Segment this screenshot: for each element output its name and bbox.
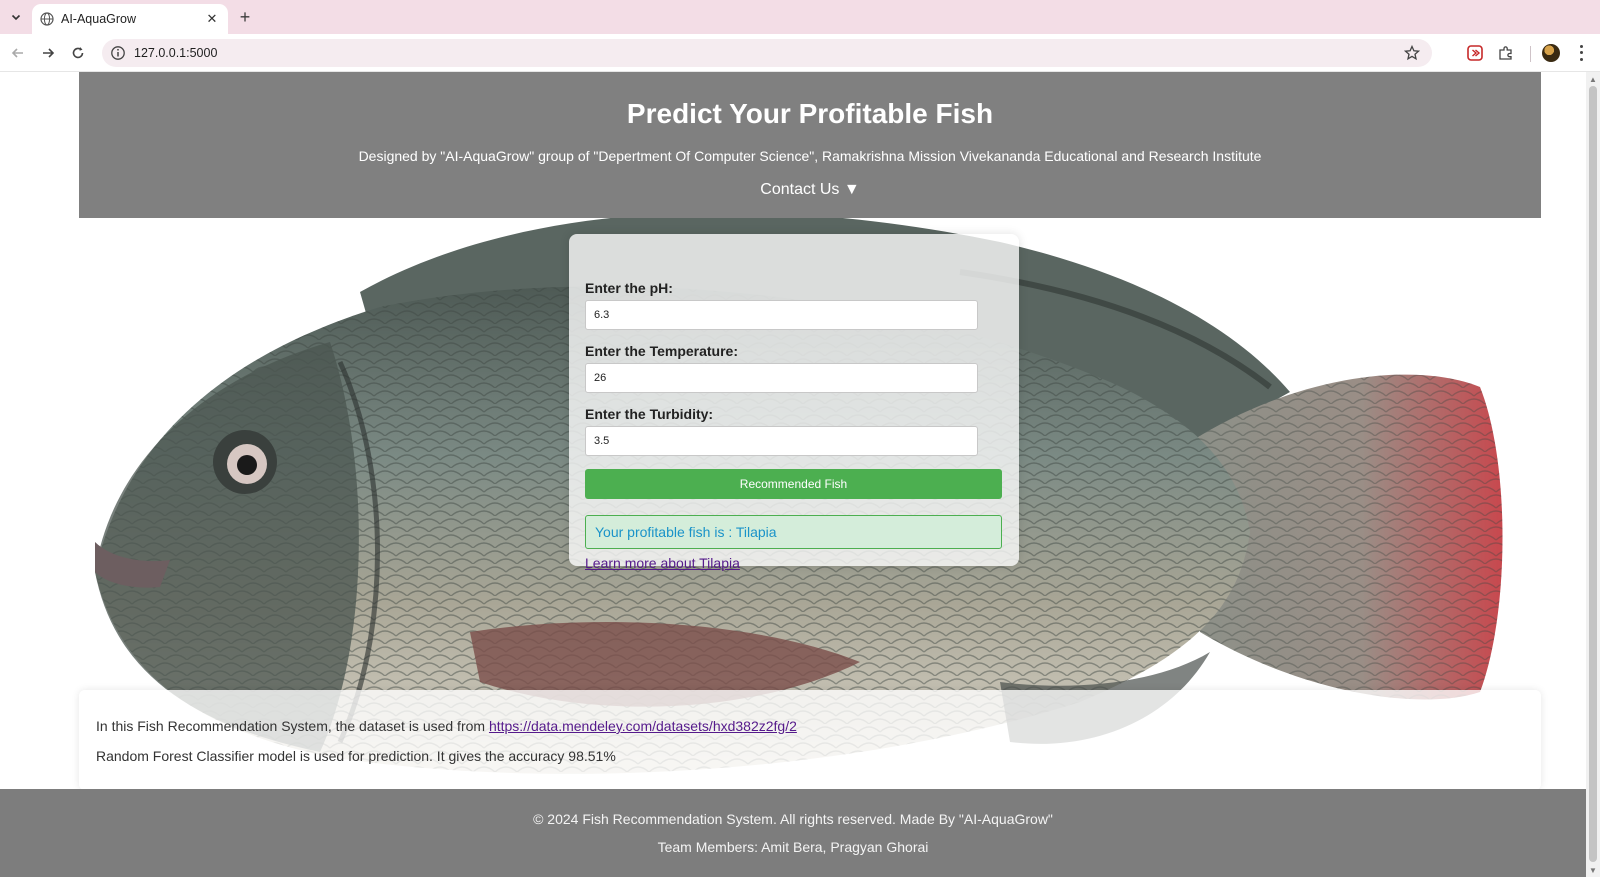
page-scrollbar[interactable]: ▲ ▼ bbox=[1586, 72, 1600, 877]
star-icon[interactable] bbox=[1404, 45, 1420, 61]
address-bar[interactable]: 127.0.0.1:5000 bbox=[102, 39, 1432, 67]
result-box: Your profitable fish is : Tilapia bbox=[585, 515, 1002, 549]
extension-icon[interactable] bbox=[1466, 44, 1484, 62]
globe-icon bbox=[40, 12, 54, 26]
model-info: Random Forest Classifier model is used f… bbox=[96, 748, 616, 764]
tab-title: AI-AquaGrow bbox=[61, 12, 137, 26]
learn-more-link[interactable]: Learn more about Tilapia bbox=[585, 555, 1003, 571]
avatar[interactable] bbox=[1542, 44, 1560, 62]
turbidity-label: Enter the Turbidity: bbox=[585, 406, 714, 422]
page-title: Predict Your Profitable Fish bbox=[626, 98, 994, 129]
scroll-down-arrow-icon[interactable]: ▼ bbox=[1589, 866, 1597, 875]
team-members-text: Team Members: Amit Bera, Pragyan Ghorai bbox=[657, 839, 929, 855]
recommended-fish-button[interactable]: Recommended Fish bbox=[585, 469, 1002, 499]
temperature-input[interactable] bbox=[585, 363, 978, 393]
page-header: Predict Your Profitable Fish Designed by… bbox=[79, 72, 1541, 218]
copyright-text: © 2024 Fish Recommendation System. All r… bbox=[533, 811, 1053, 827]
temperature-label: Enter the Temperature: bbox=[585, 343, 738, 359]
page-footer: © 2024 Fish Recommendation System. All r… bbox=[0, 789, 1586, 877]
turbidity-input[interactable] bbox=[585, 426, 978, 456]
ph-input[interactable] bbox=[585, 300, 978, 330]
arrow-right-icon[interactable] bbox=[37, 42, 59, 64]
dataset-link[interactable]: https://data.mendeley.com/datasets/hxd38… bbox=[489, 718, 797, 734]
toolbar-separator bbox=[1530, 46, 1531, 62]
reload-icon[interactable] bbox=[67, 42, 89, 64]
page-viewport: Predict Your Profitable Fish Designed by… bbox=[0, 72, 1586, 877]
scroll-thumb[interactable] bbox=[1589, 86, 1597, 862]
puzzle-icon[interactable] bbox=[1497, 44, 1515, 62]
browser-tab-bar: AI-AquaGrow ✕ + bbox=[0, 0, 1600, 34]
info-icon[interactable] bbox=[110, 45, 126, 61]
plus-icon[interactable]: + bbox=[234, 6, 256, 28]
scroll-up-arrow-icon[interactable]: ▲ bbox=[1589, 75, 1597, 84]
url-text: 127.0.0.1:5000 bbox=[134, 46, 218, 60]
ph-label: Enter the pH: bbox=[585, 280, 673, 296]
designer-credit: Designed by "AI-AquaGrow" group of "Depe… bbox=[358, 148, 1262, 164]
prediction-form: Enter the pH: Enter the Temperature: Ent… bbox=[569, 234, 1019, 571]
close-icon[interactable]: ✕ bbox=[204, 11, 220, 27]
browser-tab[interactable]: AI-AquaGrow ✕ bbox=[32, 4, 228, 34]
chevron-down-icon[interactable] bbox=[5, 6, 27, 28]
info-panel: In this Fish Recommendation System, the … bbox=[79, 690, 1541, 790]
kebab-menu-icon[interactable] bbox=[1574, 43, 1588, 63]
contact-us-dropdown[interactable]: Contact Us ▼ bbox=[760, 181, 859, 199]
arrow-left-icon[interactable] bbox=[7, 42, 29, 64]
dataset-info-text: In this Fish Recommendation System, the … bbox=[96, 718, 489, 734]
dataset-info: In this Fish Recommendation System, the … bbox=[96, 718, 1524, 734]
browser-toolbar: 127.0.0.1:5000 bbox=[0, 34, 1600, 72]
